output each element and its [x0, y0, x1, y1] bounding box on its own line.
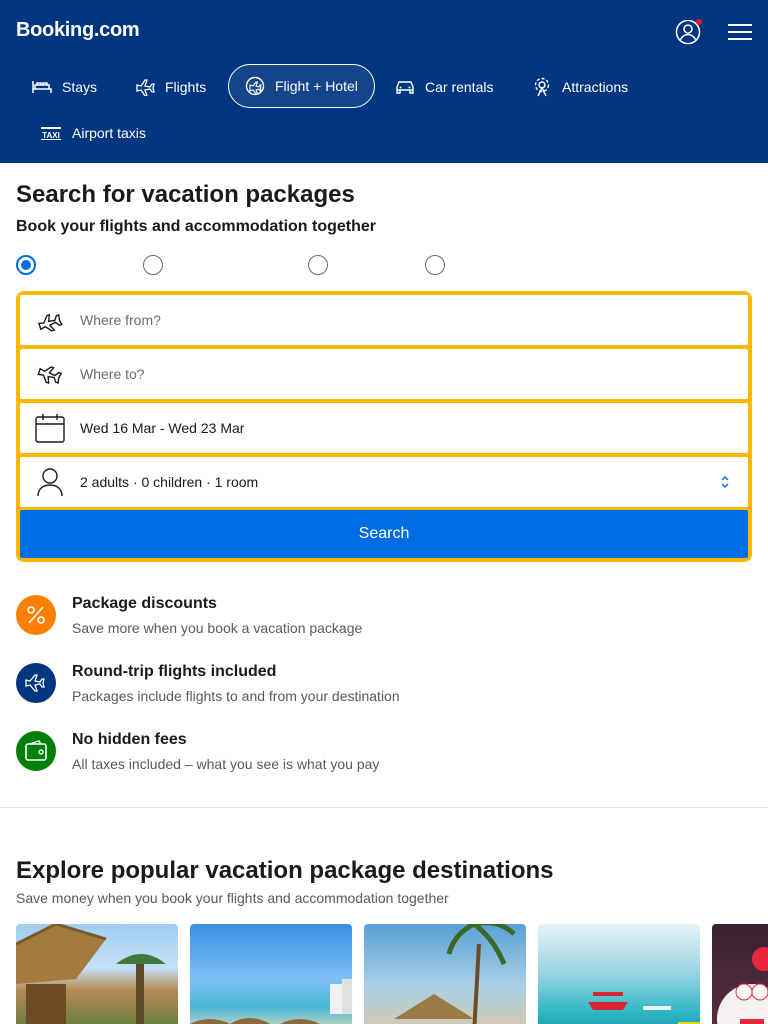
destination-card-2[interactable] — [190, 924, 352, 1024]
search-form: Wed 16 Mar - Wed 23 Mar 2 adults · 0 chi… — [16, 291, 752, 562]
car-icon — [396, 81, 414, 94]
nav-flights[interactable]: Flights — [119, 65, 222, 109]
option-hotel-car[interactable]: Hotel + Car — [425, 255, 524, 275]
feature-title: Package discounts — [72, 595, 217, 612]
radio-unselected[interactable] — [425, 255, 445, 275]
calendar-icon — [35, 414, 65, 443]
radio-unselected[interactable] — [308, 255, 328, 275]
destination-card-5[interactable] — [712, 924, 768, 1024]
destination-field[interactable] — [20, 349, 748, 399]
nav-car-rentals[interactable]: Car rentals — [379, 65, 509, 109]
hamburger-menu-icon[interactable] — [728, 22, 752, 42]
nav-airport-taxis[interactable]: TAXI Airport taxis — [24, 111, 162, 155]
chevron-up-down-icon[interactable] — [720, 475, 730, 489]
feature-icon-wrap — [16, 663, 56, 703]
plane-icon — [25, 674, 45, 692]
feature-icon-wrap — [16, 731, 56, 771]
option-label: Hotel + Car — [453, 257, 525, 273]
person-icon — [37, 468, 63, 497]
attractions-icon — [534, 77, 550, 97]
page-title: Search for vacation packages — [16, 181, 355, 208]
nav-label: Car rentals — [425, 79, 494, 95]
radio-unselected[interactable] — [143, 255, 163, 275]
feature-desc: Packages include flights to and from you… — [72, 688, 400, 704]
package-type-options: Hotel + Flight Hotel + Flight + Car Flig… — [16, 255, 756, 275]
dates-field[interactable]: Wed 16 Mar - Wed 23 Mar — [20, 403, 748, 453]
dates-value: Wed 16 Mar - Wed 23 Mar — [80, 420, 245, 436]
page-subtitle: Book your flights and accommodation toge… — [16, 218, 377, 235]
booking-logo[interactable]: Booking.com — [16, 19, 140, 42]
boat-image — [588, 992, 700, 1024]
destination-input[interactable] — [80, 366, 680, 382]
welcome-sign-image — [717, 947, 768, 1024]
explore-subtitle: Save money when you book your flights an… — [16, 890, 449, 906]
departure-plane-icon — [37, 313, 63, 332]
option-hotel-flight[interactable]: Hotel + Flight — [16, 255, 127, 275]
palm-hut-image — [394, 924, 516, 1024]
feature-icon-wrap — [16, 595, 56, 635]
destination-card-3[interactable] — [364, 924, 526, 1024]
nav-attractions[interactable]: Attractions — [516, 65, 644, 109]
origin-input[interactable] — [80, 312, 680, 328]
feature-no-hidden-fees: No hidden fees All taxes included – what… — [16, 731, 756, 775]
destination-card-1[interactable] — [16, 924, 178, 1024]
option-flight-car[interactable]: Flight + Car — [308, 255, 409, 275]
nav-label: Airport taxis — [72, 125, 146, 141]
beach-umbrellas-image — [190, 979, 352, 1024]
bed-icon — [32, 81, 52, 93]
feature-title: Round-trip flights included — [72, 663, 277, 680]
section-divider — [0, 807, 768, 808]
feature-desc: Save more when you book a vacation packa… — [72, 620, 363, 636]
header: Booking.com Stays Flights Flight + Hotel… — [0, 0, 768, 163]
nav-flight-hotel[interactable]: Flight + Hotel — [228, 64, 375, 108]
option-label: Hotel + Flight + Car — [171, 257, 293, 273]
destination-carousel — [16, 924, 768, 1024]
origin-field[interactable] — [20, 295, 748, 345]
feature-desc: All taxes included – what you see is wha… — [72, 756, 380, 772]
wallet-icon — [25, 740, 47, 761]
feature-title: No hidden fees — [72, 731, 187, 748]
destination-card-4[interactable] — [538, 924, 700, 1024]
nav-label: Flight + Hotel — [275, 78, 358, 94]
nav-stays[interactable]: Stays — [16, 65, 113, 109]
feature-round-trip: Round-trip flights included Packages inc… — [16, 663, 756, 707]
notification-dot — [696, 19, 702, 25]
option-label: Hotel + Flight — [44, 257, 127, 273]
guests-value: 2 adults · 0 children · 1 room — [80, 474, 259, 490]
guests-field[interactable]: 2 adults · 0 children · 1 room — [20, 457, 748, 507]
radio-selected[interactable] — [16, 255, 36, 275]
feature-package-discounts: Package discounts Save more when you boo… — [16, 595, 756, 639]
hut-image — [16, 924, 166, 1024]
plane-icon — [136, 79, 155, 96]
svg-text:TAXI: TAXI — [42, 131, 60, 140]
taxi-icon: TAXI — [41, 127, 61, 140]
arrival-plane-icon — [37, 366, 63, 385]
search-button[interactable]: Search — [20, 510, 748, 558]
option-label: Flight + Car — [336, 257, 409, 273]
flight-hotel-icon — [245, 76, 265, 96]
nav-label: Attractions — [562, 79, 629, 95]
percent-icon — [27, 606, 45, 624]
option-hotel-flight-car[interactable]: Hotel + Flight + Car — [143, 255, 292, 275]
nav-label: Flights — [165, 79, 207, 95]
explore-title: Explore popular vacation package destina… — [16, 857, 554, 884]
nav-label: Stays — [62, 79, 98, 95]
